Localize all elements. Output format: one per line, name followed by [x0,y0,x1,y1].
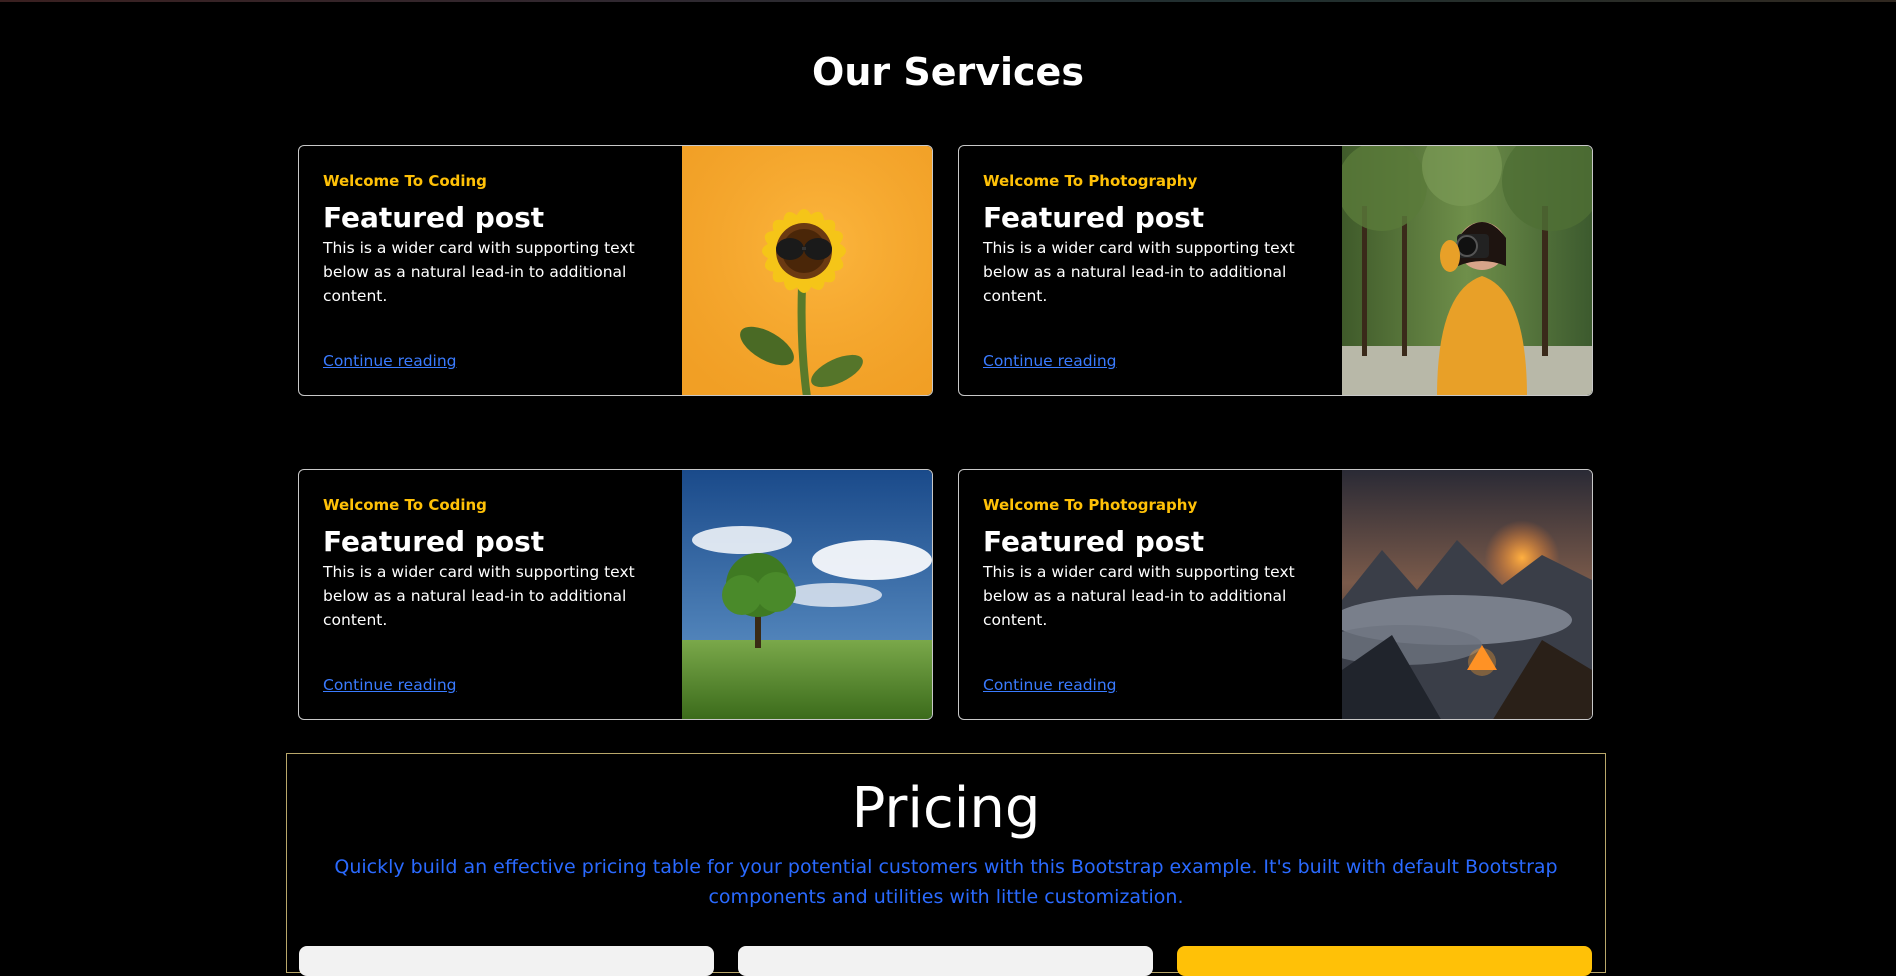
card-title: Featured post [983,201,1205,234]
pricing-section: Pricing Quickly build an effective prici… [286,753,1606,976]
pricing-card-free [299,946,714,976]
pricing-title: Pricing [851,776,1041,841]
sunflower-image [682,146,932,395]
service-card-coding-1: Welcome To Coding Featured post This is … [298,145,933,396]
card-body: Welcome To Photography Featured post Thi… [983,172,1343,308]
top-border-line [0,0,1896,2]
card-body: Welcome To Coding Featured post This is … [323,496,683,632]
card-title: Featured post [323,201,545,234]
service-card-photography-1: Welcome To Photography Featured post Thi… [958,145,1593,396]
card-text: This is a wider card with supporting tex… [983,563,1295,629]
card-title: Featured post [983,525,1205,558]
card-text: This is a wider card with supporting tex… [983,239,1295,305]
pricing-lead: Quickly build an effective pricing table… [334,856,1558,908]
section-title: Our Services [812,50,1084,94]
card-kicker: Welcome To Coding [323,172,487,190]
card-body: Welcome To Photography Featured post Thi… [983,496,1343,632]
card-kicker: Welcome To Photography [983,496,1198,514]
tree-in-field-image [682,470,932,719]
pricing-card-enterprise [1177,946,1592,976]
card-text: This is a wider card with supporting tex… [323,239,635,305]
card-title: Featured post [323,525,545,558]
pricing-card-pro [738,946,1153,976]
continue-reading-link[interactable]: Continue reading [323,676,457,694]
card-kicker: Welcome To Photography [983,172,1198,190]
service-card-photography-2: Welcome To Photography Featured post Thi… [958,469,1593,720]
card-text: This is a wider card with supporting tex… [323,563,635,629]
card-kicker: Welcome To Coding [323,496,487,514]
woman-with-camera-image [1342,146,1592,395]
continue-reading-link[interactable]: Continue reading [323,352,457,370]
mountain-tent-image [1342,470,1592,719]
continue-reading-link[interactable]: Continue reading [983,676,1117,694]
card-body: Welcome To Coding Featured post This is … [323,172,683,308]
service-card-coding-2: Welcome To Coding Featured post This is … [298,469,933,720]
continue-reading-link[interactable]: Continue reading [983,352,1117,370]
